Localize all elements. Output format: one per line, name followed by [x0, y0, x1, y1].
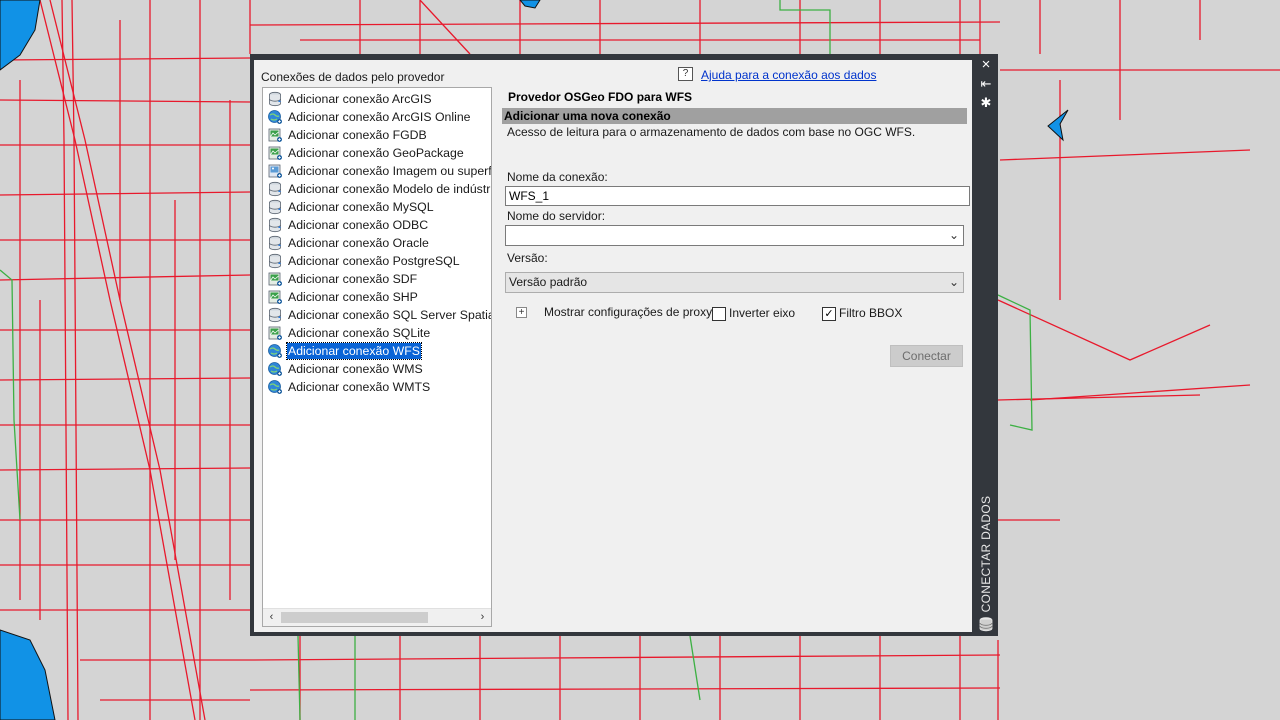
list-item-label: Adicionar conexão WMS [288, 362, 423, 376]
file-raster-icon [267, 127, 283, 143]
list-item[interactable]: Adicionar conexão SQL Server Spatial [265, 306, 492, 324]
list-item-label: Adicionar conexão GeoPackage [288, 146, 464, 160]
list-item[interactable]: Adicionar conexão SHP [265, 288, 489, 306]
scroll-left-icon[interactable]: ‹ [263, 609, 280, 626]
data-connect-palette: Conexões de dados pelo provedor Adiciona… [250, 54, 998, 636]
scroll-right-icon[interactable]: › [474, 609, 491, 626]
version-value: Versão padrão [509, 275, 588, 289]
list-item[interactable]: Adicionar conexão Modelo de indústria [265, 180, 492, 198]
list-item[interactable]: Adicionar conexão ArcGIS [265, 90, 489, 108]
globe-icon [267, 343, 283, 359]
list-item-label: Adicionar conexão Oracle [288, 236, 429, 250]
db-cylinder-icon [267, 307, 283, 323]
list-item[interactable]: Adicionar conexão GeoPackage [265, 144, 489, 162]
file-raster-icon [267, 289, 283, 305]
list-item[interactable]: Adicionar conexão SQLite [265, 324, 489, 342]
invert-axis-checkbox[interactable] [712, 307, 726, 321]
bbox-filter-label[interactable]: Filtro BBOX [839, 306, 902, 320]
list-item-label: Adicionar conexão ArcGIS Online [288, 110, 471, 124]
list-item-label: Adicionar conexão WMTS [288, 380, 431, 394]
version-combo[interactable]: Versão padrão ⌄ [505, 272, 964, 293]
list-item-label: Adicionar conexão SQL Server Spatial [288, 308, 492, 322]
proxy-settings-label[interactable]: Mostrar configurações de proxy [544, 305, 712, 319]
horizontal-scrollbar[interactable]: ‹ › [263, 608, 491, 626]
connect-button[interactable]: Conectar [890, 345, 963, 367]
file-raster-icon [267, 271, 283, 287]
connection-name-input[interactable] [505, 186, 970, 206]
list-item[interactable]: Adicionar conexão WMTS [265, 378, 489, 396]
scroll-thumb[interactable] [281, 612, 428, 623]
file-raster-icon [267, 325, 283, 341]
file-image-icon [267, 163, 283, 179]
list-item[interactable]: Adicionar conexão Oracle [265, 234, 489, 252]
section-header: Adicionar uma nova conexão [502, 108, 967, 124]
section-title: Adicionar uma nova conexão [504, 109, 671, 123]
list-item-label: Adicionar conexão SHP [288, 290, 418, 304]
list-item-label: Adicionar conexão MySQL [288, 200, 434, 214]
list-item[interactable]: Adicionar conexão PostgreSQL [265, 252, 489, 270]
palette-content: Conexões de dados pelo provedor Adiciona… [254, 60, 972, 632]
provider-list[interactable]: Adicionar conexão WMTS Adicionar conexão … [262, 87, 492, 627]
version-label: Versão: [507, 251, 548, 265]
list-item-label: Adicionar conexão WFS [286, 342, 422, 360]
auto-hide-icon[interactable]: ⇤ [978, 76, 994, 92]
db-cylinder-icon [267, 217, 283, 233]
list-item-label: Adicionar conexão Imagem ou superfície [288, 164, 492, 178]
chevron-down-icon[interactable]: ⌄ [947, 228, 961, 242]
provider-description: Acesso de leitura para o armazenamento d… [507, 125, 916, 139]
expand-plus-icon[interactable]: + [516, 307, 527, 318]
db-cylinder-icon [267, 235, 283, 251]
server-name-combo[interactable]: ⌄ [505, 225, 964, 246]
server-name-label: Nome do servidor: [507, 209, 606, 223]
globe-icon [267, 109, 283, 125]
list-item-label: Adicionar conexão SQLite [288, 326, 431, 340]
list-item-label: Adicionar conexão Modelo de indústria [288, 182, 492, 196]
list-item[interactable]: Adicionar conexão FGDB [265, 126, 489, 144]
list-item[interactable]: Adicionar conexão MySQL [265, 198, 489, 216]
list-item[interactable]: Adicionar conexão ArcGIS Online [265, 108, 489, 126]
connection-name-label: Nome da conexão: [507, 170, 608, 184]
db-cylinder-icon [267, 199, 283, 215]
bbox-filter-checkbox[interactable]: ✓ [822, 307, 836, 321]
db-cylinder-icon [267, 253, 283, 269]
list-item-label: Adicionar conexão PostgreSQL [288, 254, 460, 268]
help-link[interactable]: Ajuda para a conexão aos dados [701, 68, 876, 82]
globe-icon [267, 361, 283, 377]
list-item[interactable]: Adicionar conexão Imagem ou superfície [265, 162, 492, 180]
list-item-label: Adicionar conexão SDF [288, 272, 418, 286]
list-item-label: Adicionar conexão ArcGIS [288, 92, 432, 106]
list-item-label: Adicionar conexão FGDB [288, 128, 427, 142]
palette-title: CONECTAR DADOS [979, 495, 993, 613]
list-item[interactable]: Adicionar conexão WFS [265, 342, 489, 360]
list-item[interactable]: Adicionar conexão ODBC [265, 216, 489, 234]
file-raster-icon [267, 145, 283, 161]
invert-axis-label[interactable]: Inverter eixo [729, 306, 795, 320]
list-item[interactable]: Adicionar conexão WMS [265, 360, 489, 378]
provider-title: Provedor OSGeo FDO para WFS [508, 90, 693, 104]
database-icon [979, 617, 993, 632]
palette-title-strip: × ⇤ ✱ CONECTAR DADOS [974, 54, 998, 636]
globe-icon [267, 379, 283, 395]
settings-icon[interactable]: ✱ [978, 95, 994, 111]
list-item-label: Adicionar conexão ODBC [288, 218, 429, 232]
db-cylinder-icon [267, 91, 283, 107]
provider-list-header: Conexões de dados pelo provedor [261, 70, 445, 84]
chevron-down-icon[interactable]: ⌄ [947, 275, 961, 289]
db-cylinder-icon [267, 181, 283, 197]
close-icon[interactable]: × [978, 57, 994, 73]
list-item[interactable]: Adicionar conexão SDF [265, 270, 489, 288]
help-question-icon[interactable]: ? [678, 67, 693, 81]
